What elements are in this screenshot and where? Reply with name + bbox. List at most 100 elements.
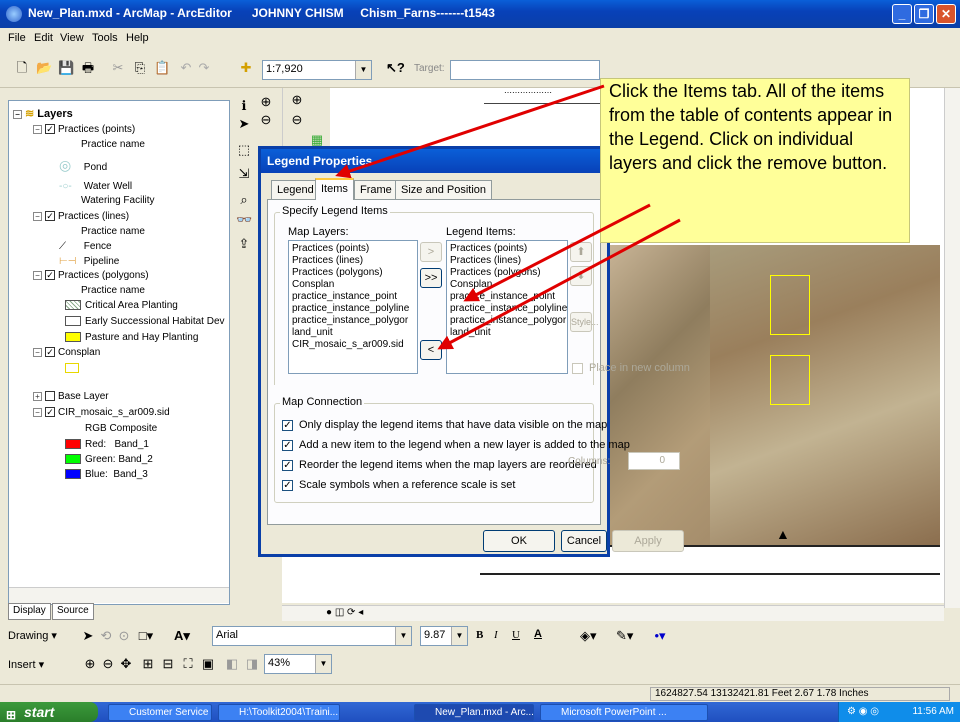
option-row[interactable]: ✓ Only display the legend items that have… xyxy=(282,419,607,431)
layer-visibility-checkbox[interactable]: ✓ xyxy=(45,270,55,281)
font-color-button[interactable]: A xyxy=(534,628,542,640)
legend-items-list[interactable]: Practices (points) Practices (lines) Pract… xyxy=(446,240,568,374)
new-document-icon[interactable]: 🗋 xyxy=(14,60,30,76)
tab-items[interactable]: Items xyxy=(315,178,354,200)
vertical-scrollbar[interactable] xyxy=(944,88,960,608)
zoom-in-icon[interactable]: ⊕ xyxy=(258,94,274,110)
zoom-out-page-icon[interactable]: ⊖ xyxy=(100,656,116,672)
open-folder-icon[interactable]: 📂 xyxy=(36,60,52,76)
whats-this-icon[interactable]: ↖? xyxy=(386,60,405,76)
list-item[interactable]: Consplan xyxy=(450,279,564,291)
select-elements-icon[interactable]: ➤ xyxy=(236,116,252,132)
start-button[interactable]: ⊞ start xyxy=(0,702,98,722)
fill-color-icon[interactable]: ◈▾ xyxy=(580,628,597,644)
layout-zoom-in-icon[interactable]: ⊕ xyxy=(289,92,305,108)
list-item[interactable]: Practices (lines) xyxy=(292,255,414,267)
collapse-icon[interactable]: − xyxy=(33,347,42,357)
tab-legend[interactable]: Legend xyxy=(271,180,320,200)
zoom-in-page-icon[interactable]: ⊕ xyxy=(82,656,98,672)
cut-icon[interactable]: ✂ xyxy=(110,60,126,76)
underline-button[interactable]: U xyxy=(512,629,520,641)
toc-layer-practices-polygons[interactable]: − ✓ Practices (polygons) xyxy=(33,270,149,281)
chevron-down-icon[interactable]: ▼ xyxy=(451,627,467,645)
option-checkbox[interactable]: ✓ xyxy=(282,459,293,471)
text-icon[interactable]: A▾ xyxy=(174,628,190,644)
option-checkbox[interactable]: ✓ xyxy=(282,439,293,451)
select-elements-icon[interactable]: ➤ xyxy=(80,628,96,644)
add-all-button[interactable]: >> xyxy=(420,268,442,288)
chevron-down-icon[interactable]: ▼ xyxy=(315,655,331,673)
toc-horizontal-scrollbar[interactable] xyxy=(9,587,229,603)
task-new-plan-arcmap[interactable]: New_Plan.mxd - Arc... xyxy=(414,704,534,721)
toc-layer-practices-points[interactable]: − ✓ Practices (points) xyxy=(33,124,135,135)
chevron-down-icon[interactable]: ▼ xyxy=(355,61,371,79)
task-customer-service[interactable]: Customer Service To... xyxy=(108,704,212,721)
font-size-combo[interactable]: 9.87 ▼ xyxy=(420,626,468,646)
go-to-xy-icon[interactable]: ⇪ xyxy=(236,236,252,252)
collapse-icon[interactable]: − xyxy=(13,109,22,119)
bold-button[interactable]: B xyxy=(476,629,483,641)
target-combo[interactable] xyxy=(450,60,600,80)
close-button[interactable]: ✕ xyxy=(936,4,956,24)
style-button[interactable]: Style... xyxy=(570,312,599,332)
select-features-icon[interactable]: ⬚ xyxy=(236,142,252,158)
next-extent-icon[interactable]: ◨ xyxy=(244,656,260,672)
fixed-zoom-in-icon[interactable]: ⊞ xyxy=(140,656,156,672)
tab-source[interactable]: Source xyxy=(52,603,94,620)
hyperlink-icon[interactable]: ⇲ xyxy=(236,166,252,182)
list-item[interactable]: practice_instance_polyline xyxy=(292,303,414,315)
rectangle-icon[interactable]: □▾ xyxy=(138,628,154,644)
layer-visibility-checkbox[interactable] xyxy=(45,391,55,402)
binoculars-icon[interactable]: 👓 xyxy=(236,212,252,228)
columns-spinner[interactable]: 0 xyxy=(628,452,680,470)
menu-edit[interactable]: Edit xyxy=(34,32,53,44)
tab-display[interactable]: Display xyxy=(8,603,51,620)
title-bar[interactable]: New_Plan.mxd - ArcMap - ArcEditor JOHNNY… xyxy=(0,0,960,28)
option-row[interactable]: ✓ Reorder the legend items when the map l… xyxy=(282,459,597,471)
list-item[interactable]: Practices (polygons) xyxy=(292,267,414,279)
collapse-icon[interactable]: − xyxy=(33,270,42,280)
layer-visibility-checkbox[interactable]: ✓ xyxy=(45,347,55,358)
menu-tools[interactable]: Tools xyxy=(92,32,118,44)
option-row[interactable]: ✓ Scale symbols when a reference scale is… xyxy=(282,479,515,491)
pan-page-icon[interactable]: ✥ xyxy=(118,656,134,672)
drawing-menu[interactable]: Drawing ▾ xyxy=(8,629,57,642)
option-row[interactable]: ✓ Add a new item to the legend when a new… xyxy=(282,439,630,451)
list-item[interactable]: Practices (points) xyxy=(450,243,564,255)
toc-layer-cir-mosaic[interactable]: − ✓ CIR_mosaic_s_ar009.sid xyxy=(33,407,170,418)
insert-menu[interactable]: Insert ▾ xyxy=(8,658,44,671)
list-item[interactable]: Practices (lines) xyxy=(450,255,564,267)
zoom-combo[interactable]: 43% ▼ xyxy=(264,654,332,674)
list-item[interactable]: practice_instance_point xyxy=(292,291,414,303)
previous-extent-icon[interactable]: ◧ xyxy=(224,656,240,672)
menu-file[interactable]: File xyxy=(8,32,26,44)
chevron-down-icon[interactable]: ▼ xyxy=(395,627,411,645)
menu-help[interactable]: Help xyxy=(126,32,149,44)
toc-layer-base-layer[interactable]: + Base Layer xyxy=(33,391,109,402)
list-item[interactable]: CIR_mosaic_s_ar009.sid xyxy=(292,339,414,351)
add-item-button[interactable]: > xyxy=(420,242,442,262)
map-scale-combo[interactable]: 1:7,920 ▼ xyxy=(262,60,372,80)
paste-icon[interactable]: 📋 xyxy=(154,60,170,76)
tab-size-position[interactable]: Size and Position xyxy=(395,180,492,200)
whole-page-icon[interactable]: ⛶ xyxy=(180,656,196,672)
list-item[interactable]: Consplan xyxy=(292,279,414,291)
cancel-button[interactable]: Cancel xyxy=(561,530,607,552)
list-item[interactable]: Practices (polygons) xyxy=(450,267,564,279)
toc-root[interactable]: − ≋ Layers xyxy=(13,107,73,120)
list-item[interactable]: land_unit xyxy=(450,327,564,339)
undo-icon[interactable]: ↶ xyxy=(178,60,194,76)
move-up-icon[interactable]: ⬆ xyxy=(570,242,592,262)
option-checkbox[interactable]: ✓ xyxy=(282,419,293,431)
list-item[interactable]: practice_instance_polygor xyxy=(292,315,414,327)
italic-button[interactable]: I xyxy=(494,629,498,641)
place-new-column-row[interactable]: Place in new column xyxy=(572,362,690,374)
collapse-icon[interactable]: − xyxy=(33,124,42,134)
list-item[interactable]: practice_instance_point xyxy=(450,291,564,303)
view-toggle-icons[interactable]: ● ◫ ⟳ ◂ xyxy=(326,607,363,618)
map-layers-list[interactable]: Practices (points) Practices (lines) Pract… xyxy=(288,240,418,374)
fixed-zoom-out-icon[interactable]: ⊟ xyxy=(160,656,176,672)
place-new-column-checkbox[interactable] xyxy=(572,362,583,374)
copy-icon[interactable]: ⎘ xyxy=(132,60,148,76)
restore-button[interactable]: ❐ xyxy=(914,4,934,24)
